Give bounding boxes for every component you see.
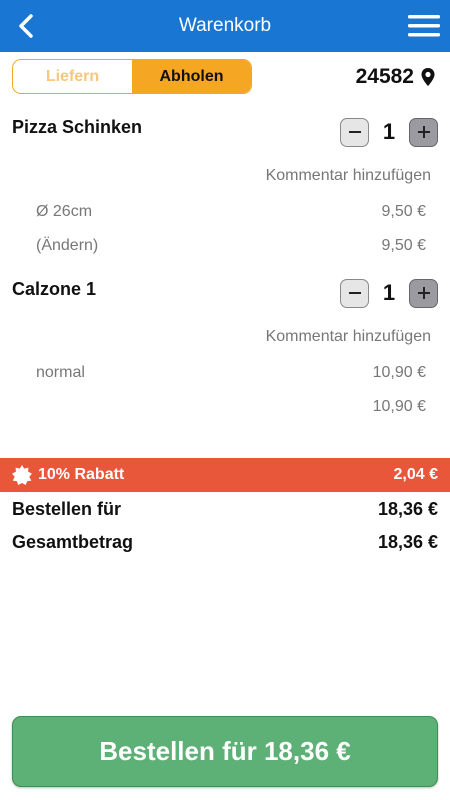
order-sum-label: Bestellen für	[12, 499, 122, 519]
cart-item-name: Pizza Schinken	[12, 117, 143, 137]
delivery-toggle: Liefern Abholen	[12, 59, 252, 94]
option-price: 9,50 €	[381, 203, 426, 220]
increase-button[interactable]	[409, 278, 438, 308]
add-comment-link[interactable]: Kommentar hinzufügen	[266, 328, 431, 346]
badge-icon	[12, 465, 32, 485]
discount-value: 2,04 €	[393, 466, 438, 483]
item-total-price: 10,90 €	[372, 398, 426, 415]
order-sum-value: 18,36 €	[377, 499, 438, 519]
discount-bar: 10% Rabatt 2,04 €	[0, 458, 450, 492]
discount-label: 10% Rabatt	[38, 466, 125, 483]
cart-item-name: Calzone 1	[12, 279, 97, 299]
page-title: Warenkorb	[178, 15, 272, 36]
order-button[interactable]: Bestellen für 18,36 €	[12, 716, 438, 787]
hamburger-icon	[408, 15, 440, 37]
toggle-abholen[interactable]: Abholen	[132, 60, 251, 93]
increase-button[interactable]	[409, 117, 438, 147]
menu-button[interactable]	[406, 10, 442, 42]
option-price: 9,50 €	[381, 237, 426, 254]
total-label: Gesamtbetrag	[12, 532, 134, 552]
order-sum-row: Bestellen für 18,36 €	[12, 499, 438, 520]
option-price: 10,90 €	[372, 364, 426, 381]
quantity-stepper: 1	[340, 278, 438, 308]
quantity-value: 1	[382, 119, 396, 144]
zip-code[interactable]: 24582	[356, 62, 436, 92]
decrease-button[interactable]	[340, 278, 369, 308]
zip-code-value: 24582	[355, 65, 414, 88]
total-value: 18,36 €	[377, 532, 438, 552]
minus-icon	[348, 292, 361, 294]
toggle-liefern[interactable]: Liefern	[13, 60, 132, 93]
plus-icon	[417, 287, 430, 299]
decrease-button[interactable]	[340, 117, 369, 147]
minus-icon	[348, 131, 361, 133]
total-row: Gesamtbetrag 18,36 €	[12, 532, 438, 553]
quantity-stepper: 1	[340, 117, 438, 147]
option-label: normal	[36, 364, 85, 381]
plus-icon	[417, 126, 430, 138]
app-header: Warenkorb	[0, 0, 450, 52]
change-option-link[interactable]: (Ändern)	[36, 237, 98, 255]
add-comment-link[interactable]: Kommentar hinzufügen	[266, 167, 431, 185]
location-pin-icon	[421, 68, 435, 86]
quantity-value: 1	[382, 280, 396, 305]
option-label: Ø 26cm	[36, 203, 93, 220]
